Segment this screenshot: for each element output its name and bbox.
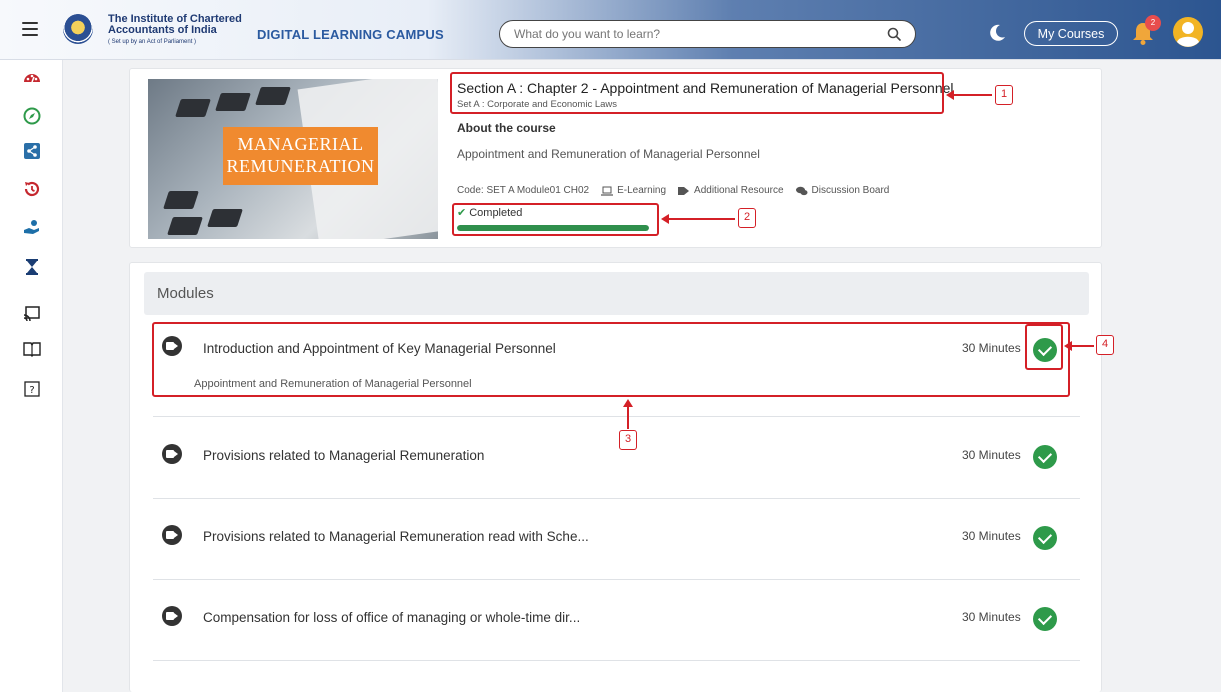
video-camera-icon xyxy=(162,525,182,545)
logo-line-3: ( Set up by an Act of Parliament ) xyxy=(108,39,197,45)
top-bar: The Institute of Chartered Accountants o… xyxy=(0,0,1221,60)
about-text: Appointment and Remuneration of Manageri… xyxy=(457,147,760,161)
annotation-arrow-2 xyxy=(661,214,669,224)
video-camera-icon xyxy=(162,336,182,356)
banner-line-1: MANAGERIAL xyxy=(237,134,364,154)
course-code: Code: SET A Module01 CH02 xyxy=(457,185,590,196)
search-bar[interactable] xyxy=(499,20,916,48)
module-item[interactable]: Provisions related to Managerial Remuner… xyxy=(153,417,1080,499)
hourglass-icon[interactable] xyxy=(23,258,41,276)
module-item[interactable]: Introduction and Appointment of Key Mana… xyxy=(153,326,1080,417)
banner-line-2: REMUNERATION xyxy=(226,156,375,176)
book-open-icon[interactable] xyxy=(23,340,41,358)
annotation-arrow-3 xyxy=(623,399,633,407)
campus-title: DIGITAL LEARNING CAMPUS xyxy=(257,27,444,42)
main-content: MANAGERIAL REMUNERATION Section A : Chap… xyxy=(63,60,1221,692)
elearning-link[interactable]: E-Learning xyxy=(601,185,666,196)
completed-check-icon xyxy=(1033,526,1057,550)
video-camera-icon xyxy=(162,606,182,626)
share-icon[interactable] xyxy=(23,142,41,160)
module-item[interactable]: Compensation for loss of office of manag… xyxy=(153,580,1080,661)
comments-icon xyxy=(795,186,808,195)
modules-heading: Modules xyxy=(157,285,214,302)
course-subtitle: Set A : Corporate and Economic Laws xyxy=(457,99,618,110)
module-item[interactable]: Provisions related to Managerial Remuner… xyxy=(153,499,1080,580)
help-icon[interactable]: ? xyxy=(23,380,41,398)
elearning-label: E-Learning xyxy=(617,185,667,196)
user-avatar-icon[interactable] xyxy=(1173,17,1203,47)
org-logo-text[interactable]: The Institute of Chartered Accountants o… xyxy=(108,14,242,48)
annotation-arrow-1 xyxy=(946,90,954,100)
discussion-board-label: Discussion Board xyxy=(811,185,890,196)
tag-icon xyxy=(678,186,690,195)
course-meta: Code: SET A Module01 CH02 E-Learning Add… xyxy=(457,185,889,196)
status-text: Completed xyxy=(469,207,523,219)
my-courses-button[interactable]: My Courses xyxy=(1024,21,1118,46)
icai-logo-icon[interactable] xyxy=(63,14,93,44)
sidebar: ? xyxy=(0,60,63,692)
progress-bar xyxy=(457,225,649,231)
module-duration: 30 Minutes xyxy=(962,610,1021,624)
module-duration: 30 Minutes xyxy=(962,529,1021,543)
progress-fill xyxy=(457,225,649,231)
check-icon: ✔ xyxy=(457,207,467,219)
completed-check-icon xyxy=(1033,607,1057,631)
completed-check-icon xyxy=(1033,445,1057,469)
video-camera-icon xyxy=(162,444,182,464)
module-title[interactable]: Provisions related to Managerial Remuner… xyxy=(203,448,484,463)
menu-icon[interactable] xyxy=(22,22,38,36)
compass-icon[interactable] xyxy=(23,107,41,125)
additional-resource-label: Additional Resource xyxy=(694,185,784,196)
annotation-number-2: 2 xyxy=(738,208,756,228)
annotation-number-4: 4 xyxy=(1096,335,1114,355)
annotation-line-3 xyxy=(627,407,629,429)
completion-status: ✔ Completed xyxy=(457,206,522,219)
cast-icon[interactable] xyxy=(23,305,41,323)
dark-mode-moon-icon[interactable] xyxy=(987,23,1007,43)
dashboard-icon[interactable] xyxy=(23,69,41,87)
course-title: Section A : Chapter 2 - Appointment and … xyxy=(457,80,954,96)
course-thumbnail[interactable]: MANAGERIAL REMUNERATION xyxy=(148,79,438,239)
annotation-line-2 xyxy=(669,218,735,220)
annotation-line-1 xyxy=(954,94,992,96)
annotation-arrow-4 xyxy=(1064,341,1072,351)
module-duration: 30 Minutes xyxy=(962,341,1021,355)
modules-header: Modules xyxy=(144,272,1089,315)
search-icon[interactable] xyxy=(887,27,901,41)
discussion-board-link[interactable]: Discussion Board xyxy=(795,185,890,196)
thumbnail-banner: MANAGERIAL REMUNERATION xyxy=(223,127,378,185)
laptop-icon xyxy=(601,186,614,196)
module-title[interactable]: Provisions related to Managerial Remuner… xyxy=(203,529,589,544)
logo-line-2: Accountants of India xyxy=(108,24,217,36)
module-description: Appointment and Remuneration of Manageri… xyxy=(194,378,472,390)
annotation-number-3: 3 xyxy=(619,430,637,450)
notification-badge: 2 xyxy=(1145,15,1161,31)
completed-check-icon xyxy=(1033,338,1057,362)
search-input[interactable] xyxy=(514,25,874,43)
annotation-number-1: 1 xyxy=(995,85,1013,105)
module-title[interactable]: Introduction and Appointment of Key Mana… xyxy=(203,341,556,356)
modules-card: Modules Introduction and Appointment of … xyxy=(129,262,1102,692)
additional-resource-link[interactable]: Additional Resource xyxy=(678,185,784,196)
about-heading: About the course xyxy=(457,121,556,135)
annotation-line-4 xyxy=(1072,345,1094,347)
history-icon[interactable] xyxy=(23,180,41,198)
hand-receive-icon[interactable] xyxy=(23,218,41,236)
module-duration: 30 Minutes xyxy=(962,448,1021,462)
module-title[interactable]: Compensation for loss of office of manag… xyxy=(203,610,580,625)
svg-text:?: ? xyxy=(29,385,34,396)
